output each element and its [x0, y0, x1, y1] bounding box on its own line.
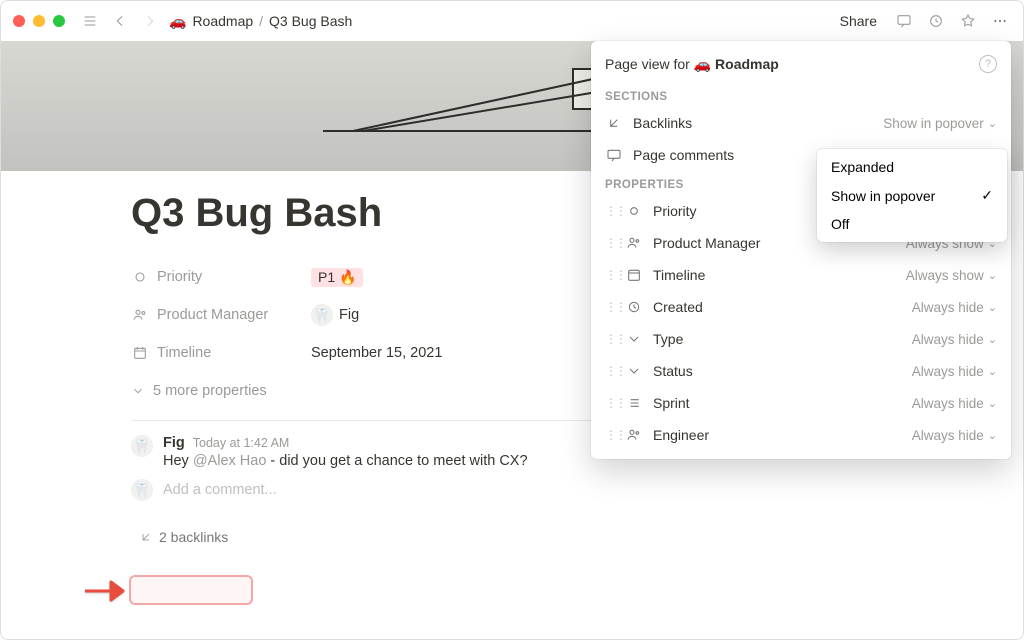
breadcrumb-emoji: 🚗 — [169, 13, 186, 30]
topbar: 🚗 Roadmap / Q3 Bug Bash Share — [1, 1, 1023, 41]
mention[interactable]: @Alex Hao — [193, 453, 267, 469]
priority-tag[interactable]: P1 🔥 — [311, 268, 363, 287]
drag-handle-icon[interactable]: ⋮⋮ — [605, 332, 615, 346]
minimize-window-icon[interactable] — [33, 15, 45, 27]
comment-body: Hey @Alex Hao - did you get a chance to … — [163, 453, 528, 469]
panel-section-label: SECTIONS — [591, 83, 1011, 107]
favorite-icon[interactable] — [957, 10, 979, 32]
property-value: September 15, 2021 — [311, 345, 442, 361]
property-key: Product Manager — [157, 307, 268, 323]
select-icon — [625, 331, 643, 347]
panel-row-trail[interactable]: Always hide ⌄ — [912, 428, 997, 443]
menu-item-label: Off — [831, 216, 849, 232]
forward-icon[interactable] — [139, 10, 161, 32]
more-properties-label: 5 more properties — [153, 383, 267, 399]
breadcrumb-parent[interactable]: Roadmap — [192, 13, 253, 29]
panel-row-label: Created — [653, 299, 902, 315]
share-button[interactable]: Share — [834, 11, 883, 31]
breadcrumb[interactable]: 🚗 Roadmap / Q3 Bug Bash — [169, 13, 352, 30]
callout-arrow-icon — [83, 579, 131, 603]
panel-row-trail[interactable]: Always hide ⌄ — [912, 332, 997, 347]
panel-row-label: Sprint — [653, 395, 902, 411]
property-value: Fig — [339, 307, 359, 323]
menu-icon[interactable] — [79, 10, 101, 32]
help-icon[interactable]: ? — [979, 55, 997, 73]
panel-row-trail[interactable]: Always hide ⌄ — [912, 364, 997, 379]
backlinks-button[interactable]: 2 backlinks — [131, 525, 236, 549]
person-icon — [625, 235, 643, 251]
drag-handle-icon[interactable]: ⋮⋮ — [605, 428, 615, 442]
drag-handle-icon[interactable]: ⋮⋮ — [605, 268, 615, 282]
menu-item-off[interactable]: Off — [817, 210, 1007, 238]
avatar: 🦷 — [131, 435, 153, 457]
comment-author: Fig — [163, 435, 185, 451]
panel-row-trail[interactable]: Always show ⌄ — [906, 268, 997, 283]
avatar: 🦷 — [311, 304, 333, 326]
panel-row-sprint[interactable]: ⋮⋮ Sprint Always hide ⌄ — [591, 387, 1011, 419]
panel-row-trail[interactable]: Always hide ⌄ — [912, 300, 997, 315]
panel-row-created[interactable]: ⋮⋮ Created Always hide ⌄ — [591, 291, 1011, 323]
check-icon: ✓ — [981, 187, 993, 204]
person-icon — [625, 427, 643, 443]
drag-handle-icon[interactable]: ⋮⋮ — [605, 396, 615, 410]
drag-handle-icon[interactable]: ⋮⋮ — [605, 236, 615, 250]
menu-item-show-in-popover[interactable]: Show in popover ✓ — [817, 181, 1007, 210]
page-view-panel: Page view for 🚗 Roadmap ? SECTIONS Backl… — [591, 41, 1011, 459]
breadcrumb-current[interactable]: Q3 Bug Bash — [269, 13, 352, 29]
panel-row-timeline[interactable]: ⋮⋮ Timeline Always show ⌄ — [591, 259, 1011, 291]
panel-row-trail[interactable]: Always hide ⌄ — [912, 396, 997, 411]
panel-row-type[interactable]: ⋮⋮ Type Always hide ⌄ — [591, 323, 1011, 355]
panel-row-label: Engineer — [653, 427, 902, 443]
backlink-arrow-icon — [605, 115, 623, 131]
calendar-icon — [625, 267, 643, 283]
updates-icon[interactable] — [925, 10, 947, 32]
panel-row-status[interactable]: ⋮⋮ Status Always hide ⌄ — [591, 355, 1011, 387]
menu-item-label: Expanded — [831, 159, 894, 175]
breadcrumb-sep: / — [259, 13, 263, 29]
calendar-icon — [131, 345, 149, 361]
more-icon[interactable] — [989, 10, 1011, 32]
panel-row-label: Type — [653, 331, 902, 347]
clock-icon — [625, 299, 643, 315]
list-icon — [625, 395, 643, 411]
back-icon[interactable] — [109, 10, 131, 32]
priority-icon — [131, 269, 149, 285]
comment-time: Today at 1:42 AM — [193, 436, 290, 450]
backlinks-label: 2 backlinks — [159, 529, 228, 545]
panel-row-trail[interactable]: Show in popover⌄ — [883, 116, 997, 131]
panel-row-label: Backlinks — [633, 115, 873, 131]
zoom-window-icon[interactable] — [53, 15, 65, 27]
comment-icon — [605, 147, 623, 163]
avatar: 🦷 — [131, 479, 153, 501]
panel-row-backlinks[interactable]: Backlinks Show in popover⌄ — [591, 107, 1011, 139]
menu-item-expanded[interactable]: Expanded — [817, 153, 1007, 181]
select-icon — [625, 363, 643, 379]
menu-item-label: Show in popover — [831, 188, 935, 204]
priority-icon — [625, 203, 643, 219]
property-key: Timeline — [157, 345, 211, 361]
person-icon — [131, 307, 149, 323]
panel-row-label: Timeline — [653, 267, 896, 283]
drag-handle-icon[interactable]: ⋮⋮ — [605, 204, 615, 218]
window-traffic-lights — [13, 15, 65, 27]
comments-icon[interactable] — [893, 10, 915, 32]
panel-row-engineer[interactable]: ⋮⋮ Engineer Always hide ⌄ — [591, 419, 1011, 451]
backlinks-display-menu: Expanded Show in popover ✓ Off — [817, 149, 1007, 242]
callout-highlight-backlinks — [129, 575, 253, 605]
close-window-icon[interactable] — [13, 15, 25, 27]
panel-title: Page view for 🚗 Roadmap — [605, 56, 779, 73]
panel-row-label: Status — [653, 363, 902, 379]
drag-handle-icon[interactable]: ⋮⋮ — [605, 300, 615, 314]
add-comment-placeholder: Add a comment... — [163, 482, 277, 498]
property-key: Priority — [157, 269, 202, 285]
drag-handle-icon[interactable]: ⋮⋮ — [605, 364, 615, 378]
add-comment[interactable]: 🦷 Add a comment... — [131, 479, 893, 501]
